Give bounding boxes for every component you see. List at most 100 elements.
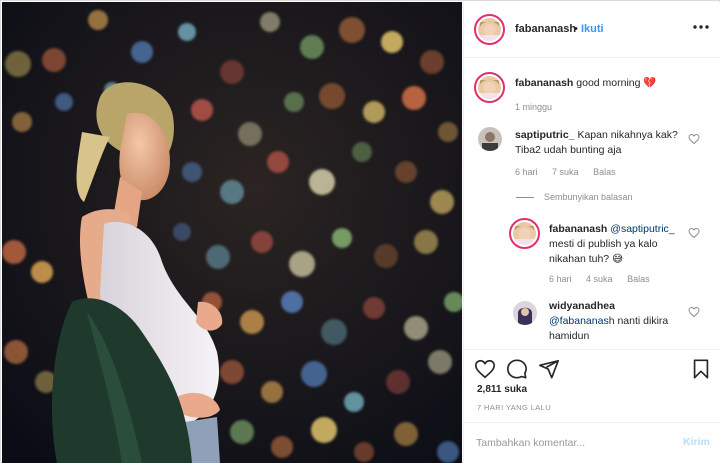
more-horizontal-icon[interactable]	[690, 16, 712, 38]
post-photo[interactable]	[2, 2, 462, 463]
reply-username[interactable]: fabananash	[549, 223, 607, 235]
likes-count[interactable]: 2,811 suka	[477, 384, 527, 395]
bokeh-light	[339, 17, 365, 43]
comments-list[interactable]: fabananash good morning 💔 1 minggu sapti…	[464, 59, 720, 349]
bokeh-light	[267, 151, 289, 173]
bokeh-light	[321, 319, 347, 345]
caption-timestamp: 1 minggu	[515, 102, 553, 112]
bokeh-light	[363, 297, 385, 319]
commenter2-avatar[interactable]	[513, 301, 537, 325]
bokeh-light	[437, 441, 459, 463]
reply-text-line3: nikahan tuh?	[549, 253, 610, 265]
bokeh-light	[300, 35, 324, 59]
replies-divider	[516, 197, 534, 199]
bokeh-light	[4, 340, 28, 364]
bokeh-light	[386, 370, 410, 394]
bokeh-light	[284, 92, 304, 112]
post-header: fabananash • Ikuti	[464, 2, 720, 58]
bokeh-light	[2, 240, 26, 264]
separator-dot: •	[574, 23, 578, 35]
bokeh-light	[230, 420, 254, 444]
comment-composer: Kirim	[464, 422, 720, 463]
avatar-image	[478, 18, 501, 41]
bokeh-light	[251, 231, 273, 253]
bokeh-light	[354, 442, 374, 462]
commenter-avatar[interactable]	[478, 127, 502, 151]
bokeh-light	[55, 93, 73, 111]
bokeh-light	[404, 316, 428, 340]
bookmark-icon[interactable]	[690, 358, 712, 380]
bokeh-light	[260, 12, 280, 32]
bokeh-light	[191, 99, 213, 121]
bokeh-light	[131, 41, 153, 63]
hide-replies-button[interactable]: Sembunyikan balasan	[516, 192, 633, 202]
reply-time: 6 hari	[549, 274, 572, 284]
author-avatar[interactable]	[474, 14, 505, 45]
bokeh-light	[374, 244, 398, 268]
comment2-heart-icon[interactable]	[688, 306, 700, 318]
comment-likes[interactable]: 7 suka	[552, 167, 579, 177]
comment-icon[interactable]	[506, 358, 528, 380]
reply-meta: 6 hari 4 suka Balas	[549, 274, 662, 284]
comment-time: 6 hari	[515, 167, 538, 177]
comment-reply-button[interactable]: Balas	[593, 167, 616, 177]
bokeh-light	[182, 162, 202, 182]
bokeh-light	[281, 291, 303, 313]
bokeh-light	[352, 142, 372, 162]
comment-input[interactable]	[476, 434, 666, 452]
bokeh-light	[220, 60, 244, 84]
comment-heart-icon[interactable]	[688, 133, 700, 145]
bokeh-light	[173, 223, 191, 241]
post-comment-button[interactable]: Kirim	[683, 436, 710, 448]
reply-reply-button[interactable]: Balas	[627, 274, 650, 284]
share-icon[interactable]	[538, 358, 560, 380]
post-sidebar: fabananash • Ikuti fabananash good morni…	[463, 2, 720, 463]
comment-item: saptiputric_ Kapan nikahnya kak? Tiba2 u…	[515, 128, 695, 158]
sweat-smile-emoji: 😅	[612, 253, 624, 265]
bokeh-light	[309, 169, 335, 195]
bokeh-light	[428, 350, 452, 374]
bokeh-light	[311, 417, 337, 443]
broken-heart-emoji: 💔	[643, 77, 657, 89]
bokeh-light	[42, 48, 66, 72]
author-username[interactable]: fabananash	[515, 23, 576, 35]
caption-text: good morning	[576, 77, 641, 89]
comment2-item: widyanadhea @fabananash nanti dikira ham…	[549, 299, 699, 344]
bokeh-light	[261, 381, 283, 403]
reply-likes[interactable]: 4 suka	[586, 274, 613, 284]
caption-author-avatar[interactable]	[474, 72, 505, 103]
bokeh-light	[344, 392, 364, 412]
bokeh-light	[319, 83, 345, 109]
bokeh-light	[178, 23, 196, 41]
bokeh-light	[363, 101, 385, 123]
follow-button[interactable]: Ikuti	[581, 23, 604, 35]
reply-mention[interactable]: @saptiputric_	[610, 223, 674, 235]
comment2-text: nanti dikira	[617, 315, 669, 327]
bokeh-light	[220, 360, 244, 384]
bokeh-light	[301, 361, 327, 387]
post-date[interactable]: 7 HARI YANG LALU	[477, 403, 551, 412]
bokeh-light	[12, 112, 32, 132]
reply-heart-icon[interactable]	[688, 227, 700, 239]
post-actions	[464, 349, 720, 387]
bokeh-light	[414, 230, 438, 254]
instagram-post-dialog: fabananash • Ikuti fabananash good morni…	[0, 0, 720, 463]
bokeh-light	[430, 190, 454, 214]
reply-item: fabananash @saptiputric_ mesti di publis…	[549, 222, 699, 267]
comment-text-line1: Kapan nikahnya kak?	[577, 129, 678, 141]
bokeh-light	[5, 51, 31, 77]
comment2-mention[interactable]: @fabananash	[549, 315, 615, 327]
caption-username[interactable]: fabananash	[515, 77, 573, 89]
comment-username[interactable]: saptiputric_	[515, 129, 575, 141]
reply-text-line2: mesti di publish ya kalo	[549, 238, 658, 250]
bokeh-light	[395, 161, 417, 183]
bokeh-light	[402, 86, 426, 110]
photo-illustration	[2, 2, 462, 463]
comment2-username[interactable]: widyanadhea	[549, 300, 615, 312]
bokeh-light	[238, 122, 262, 146]
comment-meta: 6 hari 7 suka Balas	[515, 167, 628, 177]
heart-icon[interactable]	[474, 358, 496, 380]
bokeh-light	[206, 245, 230, 269]
reply-author-avatar[interactable]	[509, 218, 540, 249]
bokeh-light	[438, 122, 458, 142]
